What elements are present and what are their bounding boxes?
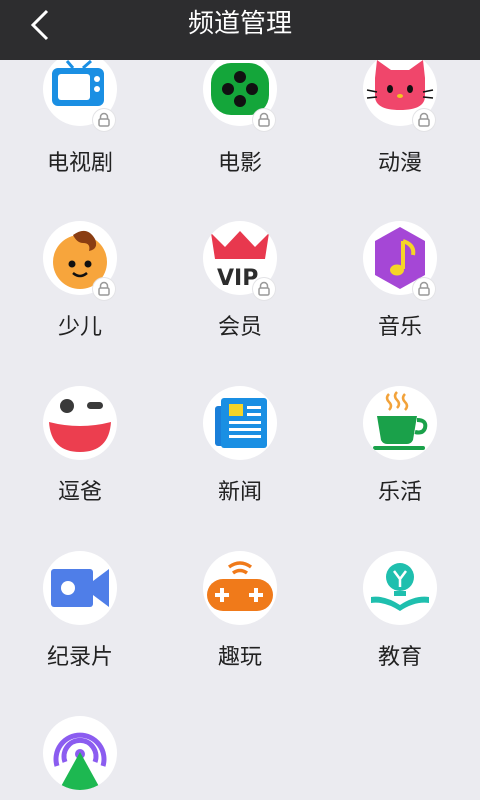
channel-item-lohas[interactable]: 乐活	[320, 360, 480, 510]
lock-icon	[253, 278, 275, 300]
channel-icon-circle	[363, 551, 437, 625]
video-camera-icon	[51, 569, 109, 607]
channel-item-movie[interactable]: 电影	[160, 60, 320, 180]
channel-icon-circle	[43, 551, 117, 625]
channel-icon-circle	[43, 386, 117, 460]
channel-label: 会员	[217, 315, 262, 340]
channel-item-kids[interactable]: 少儿	[0, 195, 160, 345]
lock-icon	[413, 278, 435, 300]
gamepad-icon	[207, 561, 273, 611]
channel-label: 电视剧	[46, 151, 113, 176]
channel-icon-circle	[363, 386, 437, 460]
page-title: 频道管理	[187, 9, 292, 39]
channel-label: 趣玩	[217, 645, 262, 670]
channel-item-vip[interactable]: VIP 会员	[160, 195, 320, 345]
channel-label: 逗爸	[57, 480, 102, 505]
channel-label: 新闻	[217, 480, 262, 505]
newspaper-icon	[215, 398, 267, 448]
channel-item-tv[interactable]: 电视剧	[0, 60, 160, 180]
lock-icon	[93, 109, 115, 131]
broadcast-icon	[53, 732, 107, 790]
channel-icon-circle	[203, 386, 277, 460]
channel-icon-circle	[43, 716, 117, 790]
channel-item-fun[interactable]: 趣玩	[160, 525, 320, 675]
channel-label: 乐活	[377, 480, 422, 505]
book-bulb-icon	[371, 563, 429, 611]
channel-item-documentary[interactable]: 纪录片	[0, 525, 160, 675]
channel-label: 纪录片	[46, 645, 113, 670]
channel-label: 电影	[217, 151, 262, 176]
channel-item-education[interactable]: 教育	[320, 525, 480, 675]
channel-item-news[interactable]: 新闻	[160, 360, 320, 510]
tea-cup-icon	[373, 391, 428, 450]
channel-item-music[interactable]: 音乐	[320, 195, 480, 345]
lock-icon	[93, 278, 115, 300]
channel-item-anime[interactable]: 动漫	[320, 60, 480, 180]
channel-item-doba[interactable]: 逗爸	[0, 360, 160, 510]
channel-grid: 电视剧 电影 动漫 少儿 VIP 会员 音乐 逗爸 新闻 乐活 纪录片 趣玩 教…	[0, 60, 480, 800]
winking-smile-icon	[49, 399, 111, 452]
lock-icon	[253, 109, 275, 131]
channel-label: 动漫	[377, 151, 422, 176]
channel-item-broadcast[interactable]	[0, 690, 160, 800]
channel-label: 教育	[377, 645, 422, 670]
top-bar: 频道管理	[0, 0, 480, 60]
lock-icon	[413, 109, 435, 131]
channel-label: 音乐	[377, 315, 422, 340]
channel-icon-circle	[203, 551, 277, 625]
channel-label: 少儿	[57, 315, 102, 340]
